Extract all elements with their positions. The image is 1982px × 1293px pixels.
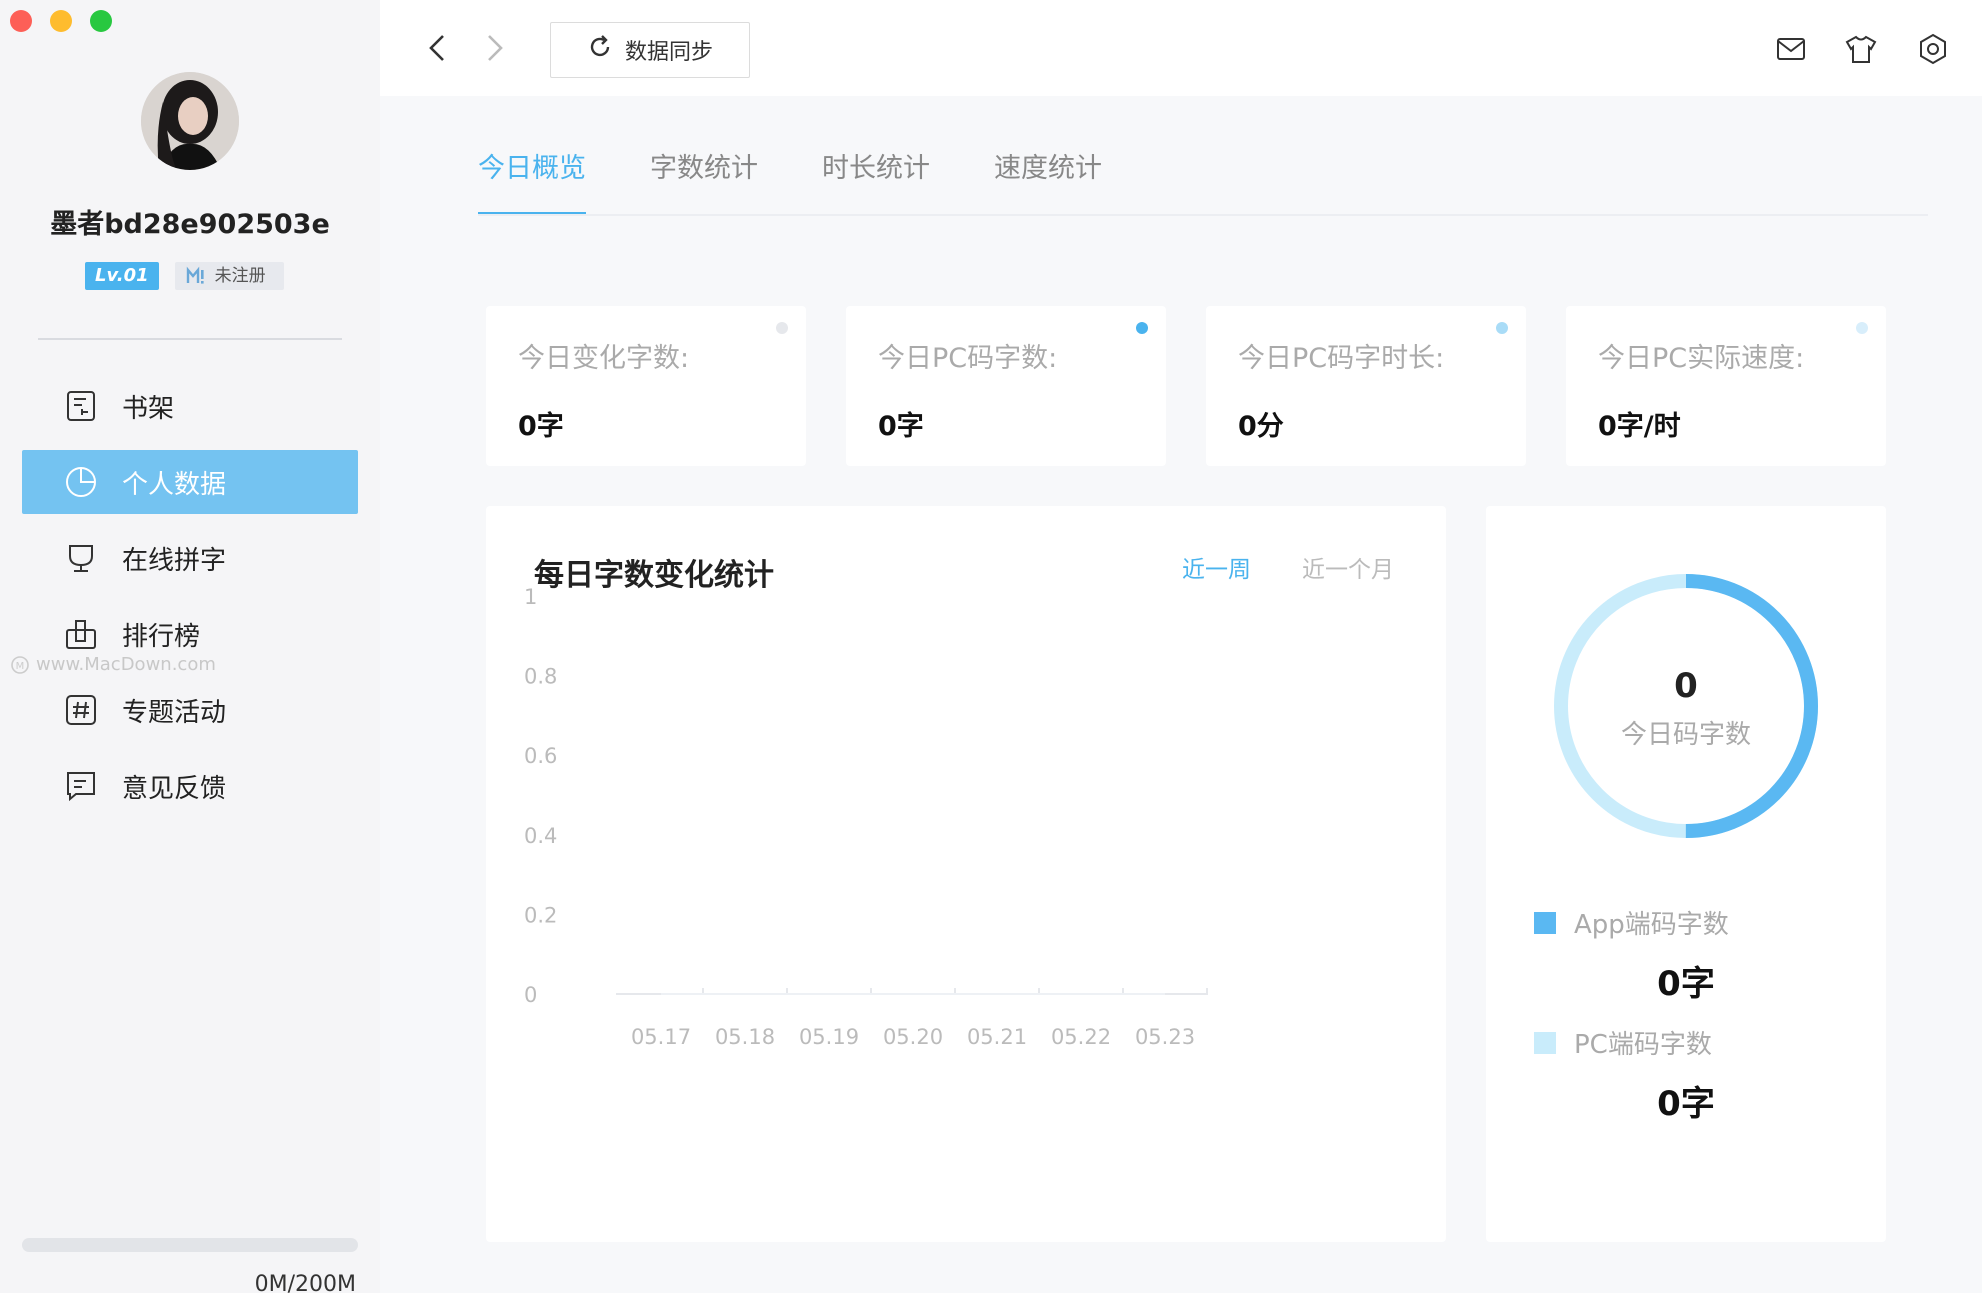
settings-icon[interactable] (1916, 32, 1950, 66)
donut-label: 今日码字数 (1620, 720, 1751, 750)
trophy-icon (64, 541, 98, 575)
y-tick-label: 0.8 (524, 665, 557, 689)
daily-word-chart-card: 1 0.8 0.6 0.4 0.2 0 05.17 05.18 05.19 05.20 05.21 0… (486, 506, 1446, 1242)
stat-card-pc-speed: 今日PC实际速度: 0字/时 (1566, 306, 1886, 466)
sidebar-item-label: 意见反馈 (122, 773, 227, 804)
member-icon (185, 265, 207, 287)
avatar[interactable] (141, 72, 239, 170)
sidebar-item-label: 排行榜 (122, 621, 201, 652)
legend-pc: PC端码字数 (1534, 1024, 1712, 1061)
stats-tabs: 今日概览 字数统计 时长统计 速度统计 (478, 146, 1102, 216)
level-badge: Lv.01 (85, 262, 159, 290)
sidebar-item-online-typing[interactable]: 在线拼字 (22, 526, 358, 590)
storage-text: 0M/200M (254, 1272, 356, 1293)
legend-label: PC端码字数 (1574, 1030, 1712, 1060)
x-tick-label: 05.22 (1051, 1025, 1111, 1049)
close-window-button[interactable] (10, 10, 32, 32)
stat-label: 今日变化字数: (518, 343, 690, 374)
svg-text:M: M (16, 661, 25, 672)
stat-dot (1136, 322, 1148, 334)
chart-title: 每日字数变化统计 (534, 558, 774, 593)
register-badge[interactable]: 未注册 (174, 262, 284, 290)
refresh-icon (587, 34, 613, 66)
chevron-right-icon (488, 35, 503, 61)
stat-label: 今日PC实际速度: (1598, 343, 1805, 374)
watermark: M www.MacDown.com (10, 654, 216, 675)
sidebar-item-label: 个人数据 (122, 469, 227, 500)
y-tick-label: 0 (524, 983, 537, 1007)
window-controls (10, 10, 112, 32)
legend-swatch (1534, 1031, 1556, 1054)
storage-progress-bar (22, 1238, 358, 1252)
x-tick-label: 05.18 (715, 1025, 775, 1049)
toolbar: 数据同步 (380, 0, 1982, 96)
sidebar-item-label: 在线拼字 (122, 545, 227, 576)
hashtag-icon (64, 693, 98, 727)
app-window: 墨者bd28e902503e Lv.01 未注册 书架 个人数据 在线拼字 排行… (0, 0, 1982, 1293)
x-tick-label: 05.20 (883, 1025, 943, 1049)
y-tick-label: 0.6 (524, 744, 557, 768)
x-tick-label: 05.21 (967, 1025, 1027, 1049)
sidebar-item-feedback[interactable]: 意见反馈 (22, 754, 358, 818)
sidebar-divider (38, 338, 342, 340)
sidebar-item-bookshelf[interactable]: 书架 (22, 374, 358, 438)
legend-label: App端码字数 (1574, 910, 1729, 940)
today-words-donut-card: 0 今日码字数 App端码字数 0字 PC端码字数 0字 (1486, 506, 1886, 1242)
mail-icon[interactable] (1774, 32, 1808, 66)
forward-button[interactable] (476, 30, 512, 66)
tab-speed[interactable]: 速度统计 (994, 146, 1102, 216)
x-tick-label: 05.17 (631, 1025, 691, 1049)
sidebar: 墨者bd28e902503e Lv.01 未注册 书架 个人数据 在线拼字 排行… (0, 0, 380, 1293)
donut-value: 0 (1674, 666, 1698, 706)
tab-word-count[interactable]: 字数统计 (650, 146, 758, 216)
sidebar-item-activities[interactable]: 专题活动 (22, 678, 358, 742)
tab-today-overview[interactable]: 今日概览 (478, 146, 586, 216)
register-badge-label: 未注册 (214, 266, 266, 286)
sidebar-nav: 书架 个人数据 在线拼字 排行榜 专题活动 意见反馈 (22, 374, 358, 830)
minimize-window-button[interactable] (50, 10, 72, 32)
user-badges: Lv.01 未注册 (85, 262, 284, 290)
stat-card-pc-words: 今日PC码字数: 0字 (846, 306, 1166, 466)
feedback-icon (64, 769, 98, 803)
stat-card-pc-duration: 今日PC码字时长: 0分 (1206, 306, 1526, 466)
stat-dot (1856, 322, 1868, 334)
sync-data-button[interactable]: 数据同步 (550, 22, 750, 78)
legend-pc-value: 0字 (1657, 1084, 1715, 1124)
back-button[interactable] (420, 30, 456, 66)
daily-word-chart: 10.80.60.40.2005.17 05.18 05.19 05.20 05.21 0… (524, 585, 1208, 1049)
y-tick-label: 0.4 (524, 824, 557, 848)
legend-swatch (1534, 911, 1556, 934)
stat-value: 0字 (878, 411, 924, 442)
legend-app-value: 0字 (1657, 964, 1715, 1004)
stat-dot (776, 322, 788, 334)
zoom-window-button[interactable] (90, 10, 112, 32)
username: 墨者bd28e902503e (50, 209, 330, 240)
sidebar-item-label: 专题活动 (122, 697, 227, 728)
legend-app: App端码字数 (1534, 904, 1729, 941)
stat-value: 0字 (518, 411, 564, 442)
range-week-button[interactable]: 近一周 (1182, 550, 1251, 584)
sidebar-item-personal-data[interactable]: 个人数据 (22, 450, 358, 514)
stat-value: 0分 (1238, 411, 1284, 442)
sidebar-item-label: 书架 (122, 393, 175, 424)
sync-data-label: 数据同步 (624, 40, 713, 65)
pie-chart-icon (64, 465, 98, 499)
stat-label: 今日PC码字数: (878, 343, 1058, 374)
chevron-left-icon (429, 35, 444, 61)
bookshelf-icon (64, 389, 98, 423)
tab-duration[interactable]: 时长统计 (822, 146, 930, 216)
stat-label: 今日PC码字时长: (1238, 343, 1445, 374)
x-tick-label: 05.19 (799, 1025, 859, 1049)
tabs-underline (478, 214, 1928, 216)
stat-card-change-words: 今日变化字数: 0字 (486, 306, 806, 466)
stat-dot (1496, 322, 1508, 334)
tshirt-icon[interactable] (1844, 32, 1878, 66)
x-tick-label: 05.23 (1135, 1025, 1195, 1049)
watermark-text: www.MacDown.com (36, 654, 216, 675)
range-month-button[interactable]: 近一个月 (1302, 550, 1394, 584)
ranking-icon (64, 617, 98, 651)
y-tick-label: 0.2 (524, 903, 557, 927)
stat-value: 0字/时 (1598, 411, 1681, 442)
